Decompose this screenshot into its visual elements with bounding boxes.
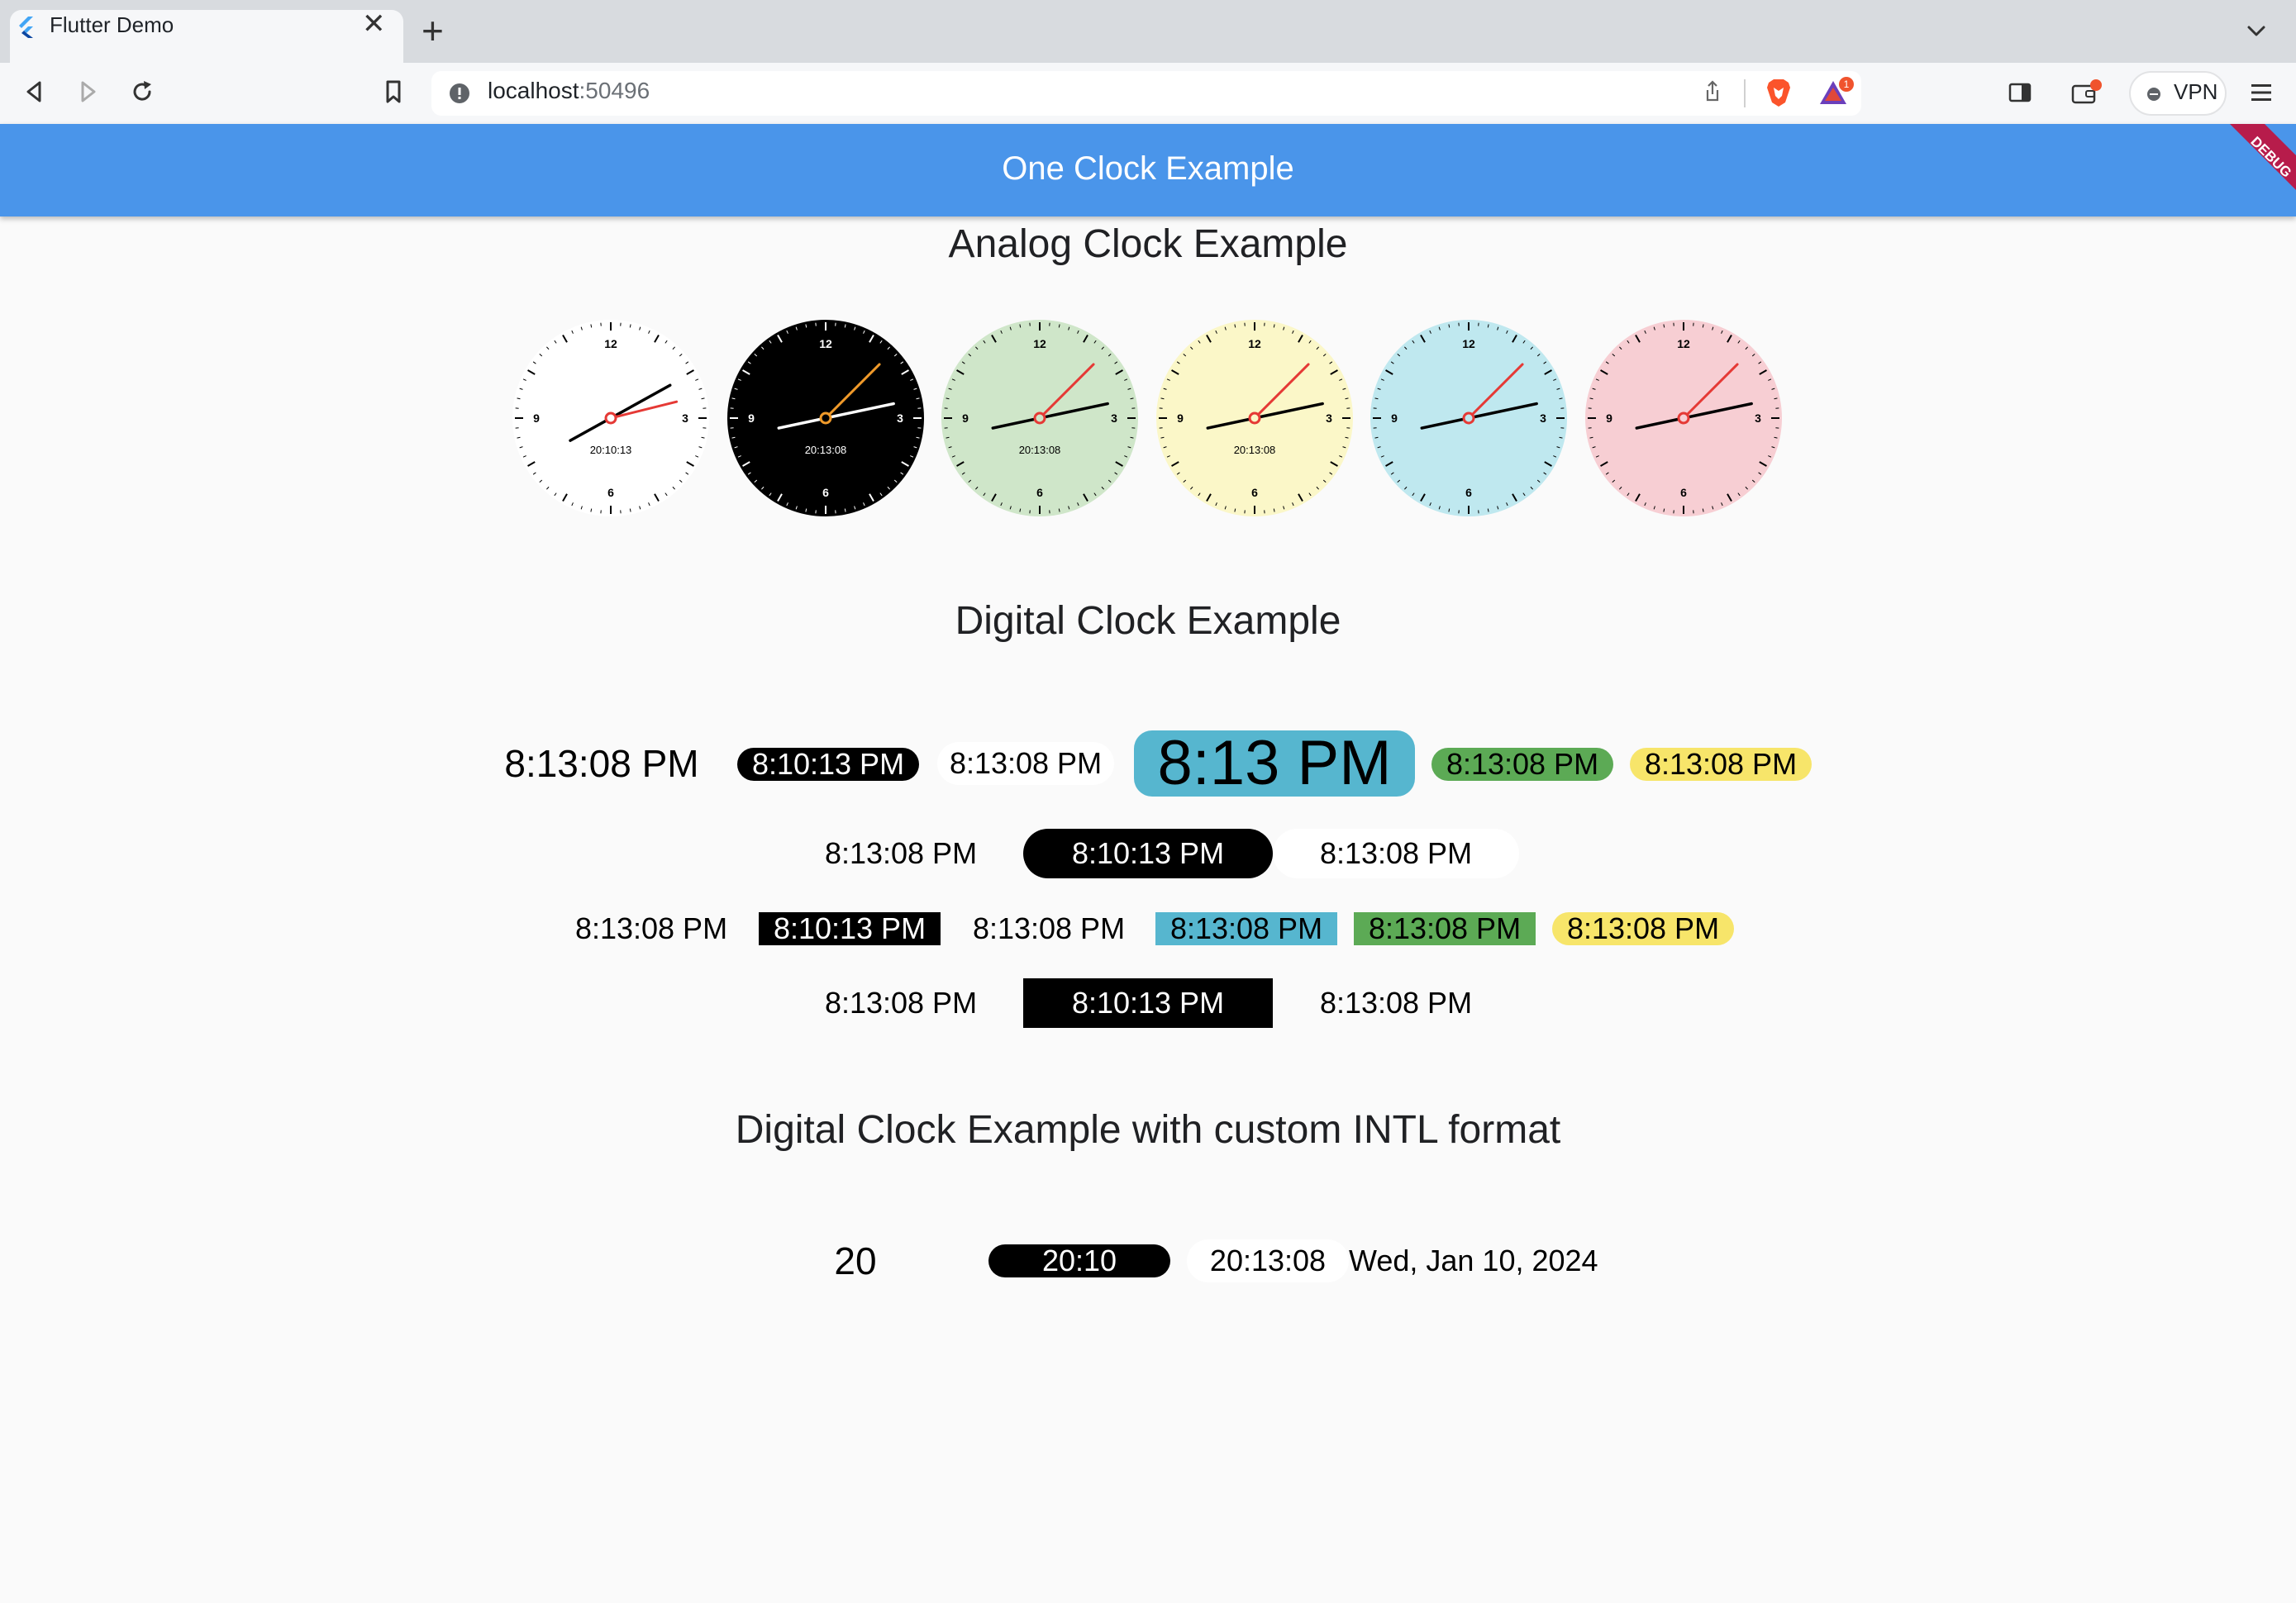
clock-center <box>604 411 617 425</box>
clock-number: 6 <box>1680 486 1687 499</box>
site-info-icon[interactable] <box>446 80 473 107</box>
digital-clock-plain: 8:13:08 PM <box>972 911 1126 945</box>
clock-time-text: 20:13:08 <box>805 444 847 456</box>
clock-number: 3 <box>1326 411 1332 425</box>
vpn-status-icon <box>2147 88 2160 101</box>
clock-center <box>1462 411 1475 425</box>
clock-number: 9 <box>533 411 540 425</box>
clock-number: 3 <box>1540 411 1546 425</box>
clock-center <box>1248 411 1261 425</box>
clock-number: 3 <box>897 411 903 425</box>
digital-clock-black-pill: 8:10:13 PM <box>737 748 919 781</box>
intl-clock-date: Wed, Jan 10, 2024 <box>1349 1244 1598 1277</box>
flutter-favicon-icon <box>19 17 33 38</box>
clock-time-text: 20:13:08 <box>1019 444 1061 456</box>
analog-clock-pink: 12 3 6 9 <box>1585 320 1782 516</box>
analog-clock-blue: 12 3 6 9 <box>1370 320 1567 516</box>
clock-number: 9 <box>962 411 969 425</box>
analog-clock-green: 12 3 6 9 20:13:08 <box>941 320 1138 516</box>
share-icon[interactable] <box>1699 78 1726 105</box>
clock-number: 6 <box>822 486 829 499</box>
analog-clock-white: 12 3 6 9 20:10:13 <box>512 320 709 516</box>
digital-clock-green-square: 8:13:08 PM <box>1354 912 1536 945</box>
clock-center <box>1033 411 1046 425</box>
brave-rewards-icon[interactable]: 1 <box>1818 76 1855 109</box>
digital-clock-yellow-pill: 8:13:08 PM <box>1630 748 1812 781</box>
clock-number: 12 <box>819 337 832 350</box>
clock-center <box>1677 411 1690 425</box>
forward-icon[interactable] <box>73 77 102 107</box>
vpn-label: VPN <box>2174 79 2218 104</box>
digital-clock-plain-large: 8:13:08 PM <box>504 742 699 785</box>
app-title: One Clock Example <box>1002 150 1294 187</box>
digital-clock-black-square: 8:10:13 PM <box>759 912 941 945</box>
clock-number: 9 <box>1606 411 1612 425</box>
digital-clock-plain: 8:13:08 PM <box>1319 986 1473 1020</box>
intl-clock-hour: 20 <box>834 1239 877 1282</box>
clock-number: 9 <box>1391 411 1398 425</box>
digital-section-title: Digital Clock Example <box>955 599 1341 643</box>
digital-clock-green-pill: 8:13:08 PM <box>1431 748 1613 781</box>
intl-section-title: Digital Clock Example with custom INTL f… <box>735 1108 1561 1152</box>
clock-number: 12 <box>1033 337 1046 350</box>
url-text: localhost:50496 <box>488 78 650 103</box>
clock-time-text: 20:13:08 <box>1234 444 1276 456</box>
clock-number: 12 <box>1677 337 1690 350</box>
digital-clock-black-rounded: 8:10:13 PM <box>1023 829 1273 878</box>
clock-number: 6 <box>607 486 614 499</box>
digital-clock-white-rounded: 8:13:08 PM <box>1273 829 1519 878</box>
analog-clock-black: 12 3 6 9 20:13:08 <box>727 320 924 516</box>
digital-clock-blue-square: 8:13:08 PM <box>1155 912 1337 945</box>
bookmark-icon[interactable] <box>379 77 408 107</box>
clock-number: 12 <box>1248 337 1261 350</box>
intl-clock-white-pill: 20:13:08 <box>1187 1239 1349 1282</box>
new-tab-icon[interactable]: + <box>422 12 444 50</box>
clock-number: 9 <box>1177 411 1184 425</box>
digital-clock-plain: 8:13:08 PM <box>824 836 978 870</box>
chevron-down-icon[interactable] <box>2241 17 2271 46</box>
wallet-icon[interactable] <box>2070 78 2103 107</box>
clock-number: 6 <box>1251 486 1258 499</box>
clock-number: 6 <box>1465 486 1472 499</box>
rewards-badge: 1 <box>1844 78 1850 90</box>
clock-number: 3 <box>1755 411 1761 425</box>
clock-number: 12 <box>604 337 617 350</box>
back-icon[interactable] <box>20 77 50 107</box>
toolbar-divider <box>1744 79 1746 107</box>
tab-title: Flutter Demo <box>50 12 174 37</box>
clock-number: 6 <box>1036 486 1043 499</box>
clock-number: 12 <box>1462 337 1475 350</box>
digital-clock-plain: 8:13:08 PM <box>574 911 728 945</box>
digital-clock-white-pill: 8:13:08 PM <box>937 742 1114 785</box>
tab-close-icon[interactable]: ✕ <box>362 10 386 38</box>
analog-clock-yellow: 12 3 6 9 20:13:08 <box>1156 320 1353 516</box>
clock-number: 3 <box>682 411 688 425</box>
clock-number: 3 <box>1111 411 1117 425</box>
hamburger-menu-icon[interactable] <box>2246 79 2276 106</box>
debug-banner: DEBUG <box>2230 124 2296 190</box>
digital-clock-yellow-pill: 8:13:08 PM <box>1552 912 1734 945</box>
digital-clock-black-box: 8:10:13 PM <box>1023 978 1273 1028</box>
clock-number: 9 <box>748 411 755 425</box>
clock-center <box>819 411 832 425</box>
digital-clock-plain: 8:13:08 PM <box>824 986 978 1020</box>
reload-icon[interactable] <box>127 77 157 107</box>
sidebar-toggle-icon[interactable] <box>2007 79 2033 106</box>
analog-section-title: Analog Clock Example <box>948 222 1348 266</box>
intl-clock-black-pill: 20:10 <box>988 1244 1170 1277</box>
digital-clock-blue-large: 8:13 PM <box>1134 730 1415 797</box>
brave-shield-icon[interactable] <box>1762 76 1795 109</box>
clock-time-text: 20:10:13 <box>590 444 632 456</box>
